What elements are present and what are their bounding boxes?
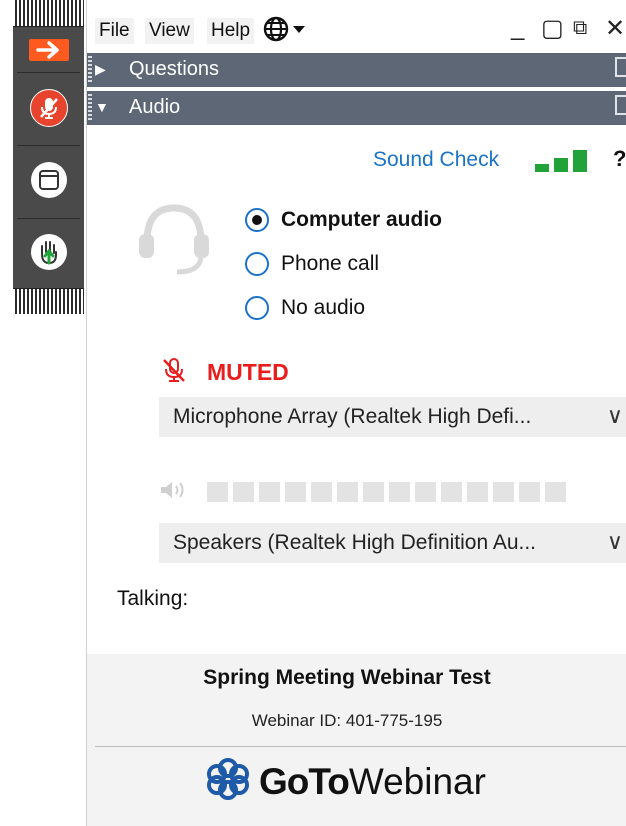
mic-off-icon <box>29 89 68 127</box>
mute-toggle-button[interactable] <box>13 88 84 128</box>
audio-section-header[interactable]: ▼ Audio <box>87 91 626 125</box>
no-audio-option[interactable]: No audio <box>245 296 365 320</box>
speaker-select-value: Speakers (Realtek High Definition Au... <box>173 531 537 554</box>
menu-bar: File View Help _ ▢ ⧉ ✕ <box>87 0 626 52</box>
phone-call-option[interactable]: Phone call <box>245 252 379 276</box>
questions-section-header[interactable]: ▶ Questions <box>87 53 626 87</box>
mic-off-icon <box>161 356 187 389</box>
raise-hand-icon <box>30 234 67 270</box>
gotowebinar-logo-icon <box>207 758 249 805</box>
toolbar-grip-bottom[interactable] <box>13 288 84 314</box>
menu-help[interactable]: Help <box>207 18 255 44</box>
computer-audio-radio[interactable] <box>245 208 269 232</box>
chevron-down-icon: ∨ <box>606 403 623 428</box>
popout-section-icon[interactable] <box>615 57 626 77</box>
toolbar-grip-top[interactable] <box>13 0 84 27</box>
close-button[interactable]: ✕ <box>605 14 625 43</box>
raise-hand-button[interactable] <box>13 232 84 272</box>
speaker-select[interactable]: Speakers (Realtek High Definition Au... … <box>159 523 626 563</box>
phone-call-label: Phone call <box>281 252 380 275</box>
control-toolbar <box>13 0 84 314</box>
menu-view[interactable]: View <box>145 18 194 44</box>
no-audio-label: No audio <box>281 296 366 319</box>
mic-muted-status[interactable]: MUTED <box>161 356 289 389</box>
audio-help-button[interactable]: ? <box>613 146 626 172</box>
headset-icon <box>137 200 211 285</box>
phone-call-radio[interactable] <box>245 252 269 276</box>
maximize-button[interactable]: ▢ <box>541 14 564 43</box>
no-audio-radio[interactable] <box>245 296 269 320</box>
mic-level-meter <box>535 150 591 172</box>
questions-section-title: Questions <box>129 58 220 80</box>
muted-label: MUTED <box>207 359 289 385</box>
arrow-right-icon <box>28 39 69 61</box>
gotowebinar-control-panel: File View Help _ ▢ ⧉ ✕ ▶ Questions ▼ Aud… <box>86 0 626 826</box>
speaker-level-meter <box>159 480 571 504</box>
minimize-button[interactable]: _ <box>511 14 524 42</box>
computer-audio-option[interactable]: Computer audio <box>245 208 442 232</box>
collapse-panel-button[interactable] <box>13 37 84 63</box>
popout-button[interactable]: ⧉ <box>573 17 587 40</box>
speaker-icon <box>159 480 193 505</box>
language-menu-button[interactable] <box>263 16 309 47</box>
chevron-down-icon: ∨ <box>606 529 623 554</box>
popout-section-icon[interactable] <box>615 95 626 115</box>
talking-label: Talking: <box>117 587 189 610</box>
globe-icon <box>263 16 309 46</box>
footer-divider <box>95 746 626 747</box>
gotowebinar-brand: GoTo Webinar <box>207 758 486 805</box>
microphone-select[interactable]: Microphone Array (Realtek High Defi... ∨ <box>159 397 626 437</box>
brand-goto: GoTo <box>259 760 350 802</box>
meeting-title: Spring Meeting Webinar Test <box>203 666 491 689</box>
collapse-triangle-icon: ▼ <box>95 99 109 115</box>
window-icon <box>30 162 67 198</box>
menu-file[interactable]: File <box>95 18 134 44</box>
screen-viewer-button[interactable] <box>13 160 84 200</box>
audio-section-title: Audio <box>129 96 181 118</box>
microphone-select-value: Microphone Array (Realtek High Defi... <box>173 405 532 428</box>
webinar-id: Webinar ID: 401-775-195 <box>251 711 443 730</box>
brand-webinar: Webinar <box>348 760 486 802</box>
expand-triangle-icon: ▶ <box>95 61 106 77</box>
sound-check-link[interactable]: Sound Check <box>373 148 499 172</box>
computer-audio-label: Computer audio <box>281 208 442 231</box>
